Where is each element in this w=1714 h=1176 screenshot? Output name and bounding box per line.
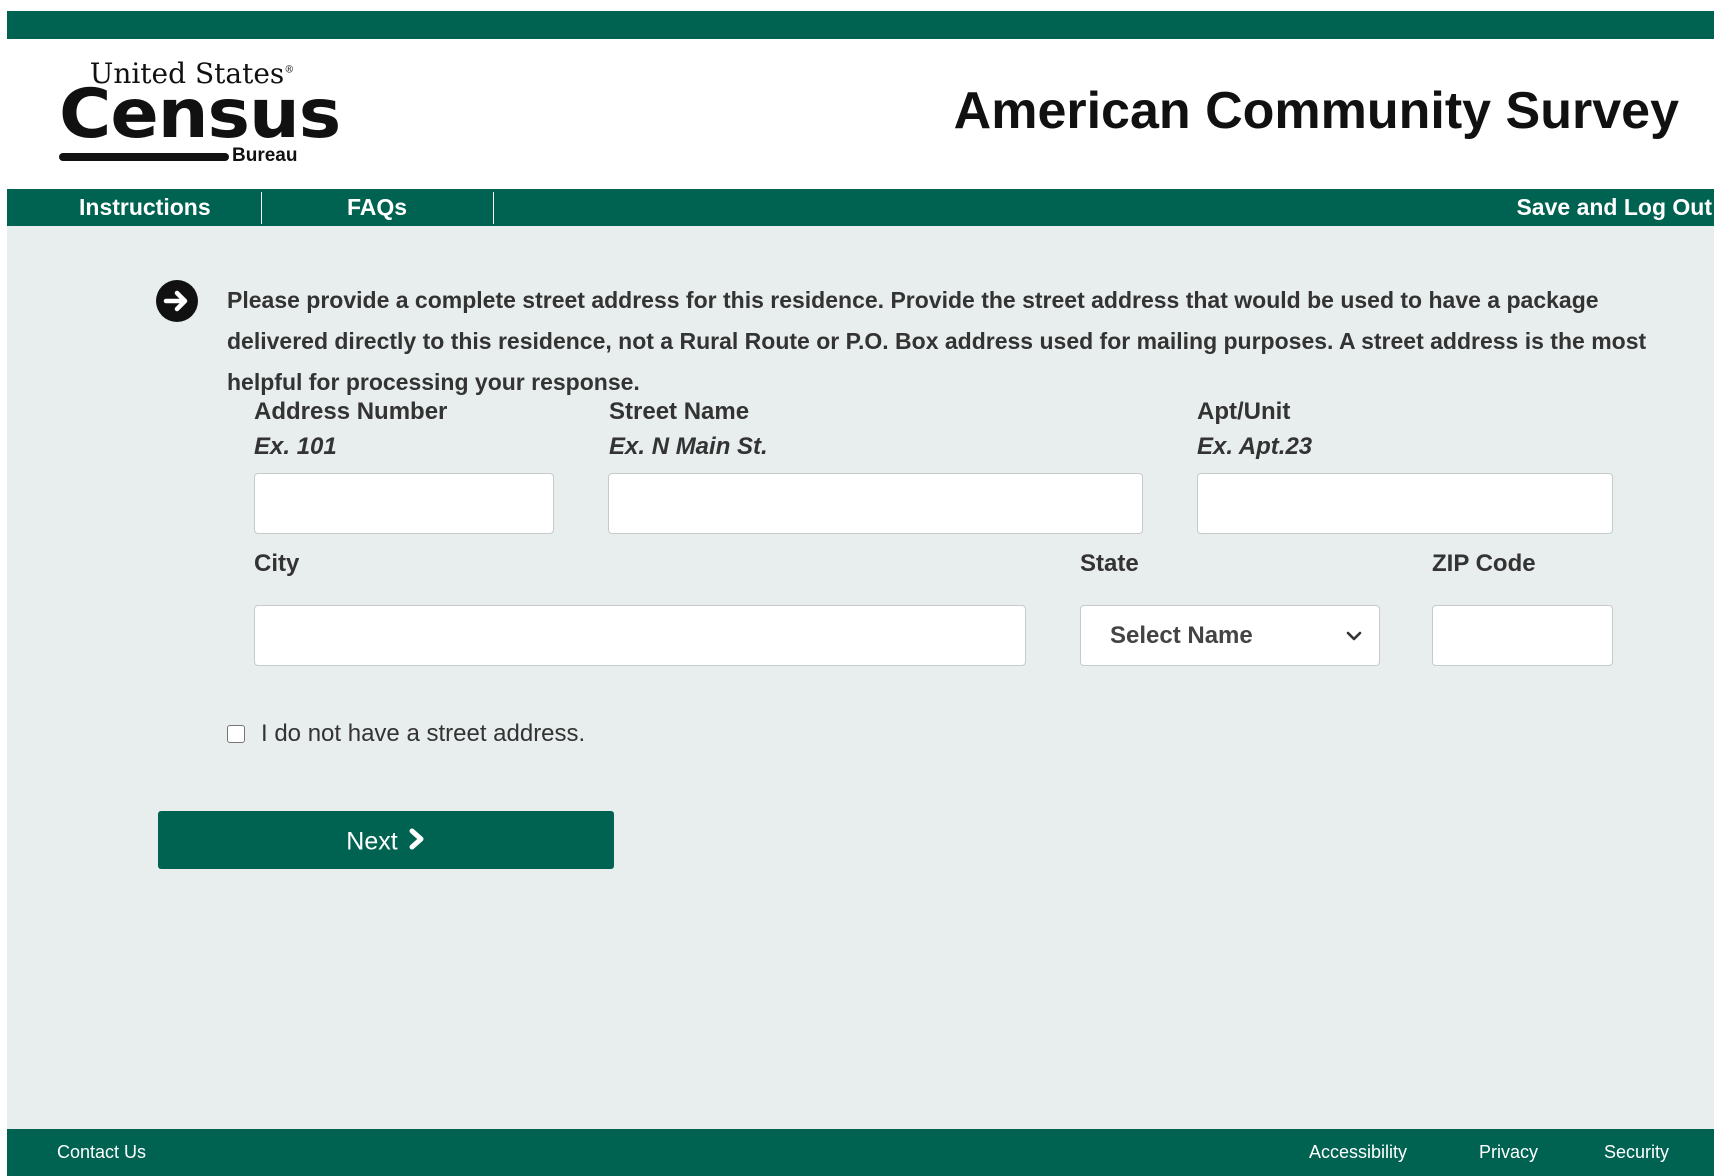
chevron-right-icon: [409, 828, 424, 850]
zip-code-label: ZIP Code: [1432, 550, 1536, 577]
address-number-input[interactable]: [254, 473, 554, 534]
footer-contact-us[interactable]: Contact Us: [57, 1129, 146, 1176]
nav-instructions[interactable]: Instructions: [79, 189, 211, 226]
footer-accessibility[interactable]: Accessibility: [1309, 1129, 1407, 1176]
arrow-right-circle-icon: [156, 280, 198, 322]
next-button[interactable]: Next: [158, 811, 614, 869]
address-number-label: Address Number: [254, 398, 448, 425]
no-street-address-checkbox[interactable]: [227, 725, 245, 743]
page-title: American Community Survey: [953, 82, 1679, 140]
footer-privacy[interactable]: Privacy: [1479, 1129, 1538, 1176]
zip-code-input[interactable]: [1432, 605, 1613, 666]
nav-divider: [261, 192, 262, 224]
nav-divider: [493, 192, 494, 224]
state-label: State: [1080, 550, 1139, 577]
chevron-down-icon: [1346, 631, 1362, 641]
top-stripe: [7, 11, 1714, 39]
state-select-value: Select Name: [1110, 622, 1253, 649]
logo-swoosh: [59, 153, 229, 161]
state-select[interactable]: Select Name: [1080, 605, 1380, 666]
main-content: Please provide a complete street address…: [7, 226, 1714, 1129]
nav-faqs[interactable]: FAQs: [347, 189, 407, 226]
street-name-label: Street Name: [609, 398, 750, 425]
census-bureau-logo[interactable]: United States® Census Bureau: [57, 57, 341, 169]
header: United States® Census Bureau American Co…: [7, 39, 1714, 189]
apt-unit-example: Ex. Apt.23: [1197, 433, 1313, 460]
apt-unit-label: Apt/Unit: [1197, 398, 1291, 425]
address-instructions: Please provide a complete street address…: [227, 287, 1647, 395]
footer: Contact Us Accessibility Privacy Securit…: [7, 1129, 1714, 1176]
save-and-logout-link[interactable]: Save and Log Out: [1516, 189, 1712, 226]
street-name-example: Ex. N Main St.: [609, 433, 768, 460]
no-street-address-label[interactable]: I do not have a street address.: [261, 719, 585, 749]
footer-security[interactable]: Security: [1604, 1129, 1669, 1176]
logo-wordmark: Census: [59, 75, 341, 154]
city-label: City: [254, 550, 300, 577]
next-button-label: Next: [346, 827, 398, 856]
page: United States® Census Bureau American Co…: [0, 0, 1714, 1176]
address-number-example: Ex. 101: [254, 433, 337, 460]
street-name-input[interactable]: [608, 473, 1143, 534]
city-input[interactable]: [254, 605, 1026, 666]
top-nav: Instructions FAQs Save and Log Out: [7, 189, 1714, 226]
logo-bureau: Bureau: [232, 145, 298, 166]
apt-unit-input[interactable]: [1197, 473, 1613, 534]
